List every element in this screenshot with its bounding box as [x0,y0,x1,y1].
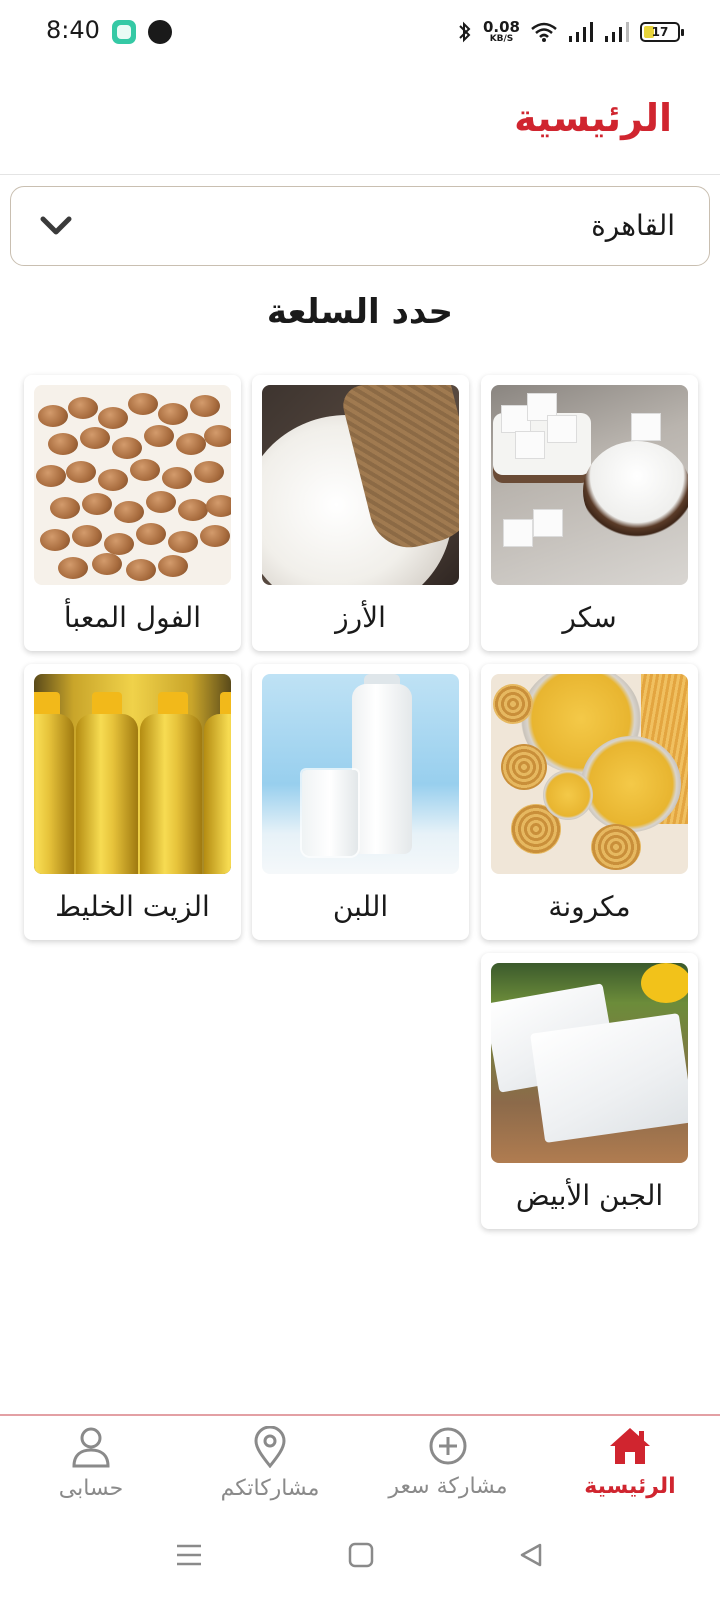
network-speed: 0.08 KB/S [483,20,520,44]
product-label: الجبن الأبيض [515,1179,664,1212]
battery-icon: 17 [640,22,684,42]
plus-circle-icon [429,1427,467,1465]
bluetooth-icon [459,21,471,43]
product-card-white-cheese[interactable]: الجبن الأبيض [481,953,698,1229]
phone-app-icon [148,20,172,44]
home-icon [610,1428,650,1464]
product-label: الفول المعبأ [63,601,202,634]
nav-label-contributions: مشاركاتكم [220,1476,320,1501]
chevron-down-icon [40,216,72,235]
product-label: الأرز [335,601,386,634]
bottom-nav: الرئيسية مشاركة سعر مشاركاتكم حسابى [0,1416,720,1516]
home-square-icon[interactable] [348,1542,374,1568]
white-cheese-image [491,963,688,1163]
city-select-value: القاهرة [591,209,675,242]
status-bar: 8:40 0.08 KB/S 17 [0,0,720,64]
product-label: مكرونة [548,890,631,923]
app-icon [112,20,136,44]
header-divider [0,174,720,175]
product-card-sugar[interactable]: سكر [481,375,698,651]
back-icon[interactable] [518,1542,544,1568]
signal-icon [569,22,593,42]
product-label: اللبن [332,890,389,923]
oil-image [34,674,231,874]
battery-level: 17 [651,25,669,39]
network-speed-value: 0.08 [482,18,520,36]
nav-label-share-price: مشاركة سعر [388,1474,508,1499]
product-card-fava-beans[interactable]: الفول المعبأ [24,375,241,651]
product-card-rice[interactable]: الأرز [252,375,469,651]
pasta-image [491,674,688,874]
nav-item-home[interactable]: الرئيسية [545,1426,715,1516]
user-icon [72,1427,110,1468]
product-card-milk[interactable]: اللبن [252,664,469,940]
wifi-icon [531,22,557,42]
status-time: 8:40 [46,16,100,44]
nav-item-account[interactable]: حسابى [6,1426,176,1516]
sugar-image [491,385,688,585]
system-nav-bar [0,1520,720,1600]
signal-icon [605,22,629,42]
city-select[interactable]: القاهرة [10,186,710,266]
nav-item-contributions[interactable]: مشاركاتكم [185,1426,355,1516]
product-card-pasta[interactable]: مكرونة [481,664,698,940]
menu-icon[interactable] [176,1542,202,1568]
section-title: حدد السلعة [266,292,454,332]
page-title: الرئيسية [514,96,672,140]
network-speed-unit: KB/S [489,34,514,44]
location-pin-icon [254,1426,286,1468]
nav-label-home: الرئيسية [584,1474,676,1499]
fava-beans-image [34,385,231,585]
milk-image [262,674,459,874]
nav-label-account: حسابى [58,1476,124,1501]
rice-image [262,385,459,585]
product-label: الزيت الخليط [55,890,210,923]
nav-item-share-price[interactable]: مشاركة سعر [363,1426,533,1516]
product-card-oil[interactable]: الزيت الخليط [24,664,241,940]
product-label: سكر [562,601,617,634]
